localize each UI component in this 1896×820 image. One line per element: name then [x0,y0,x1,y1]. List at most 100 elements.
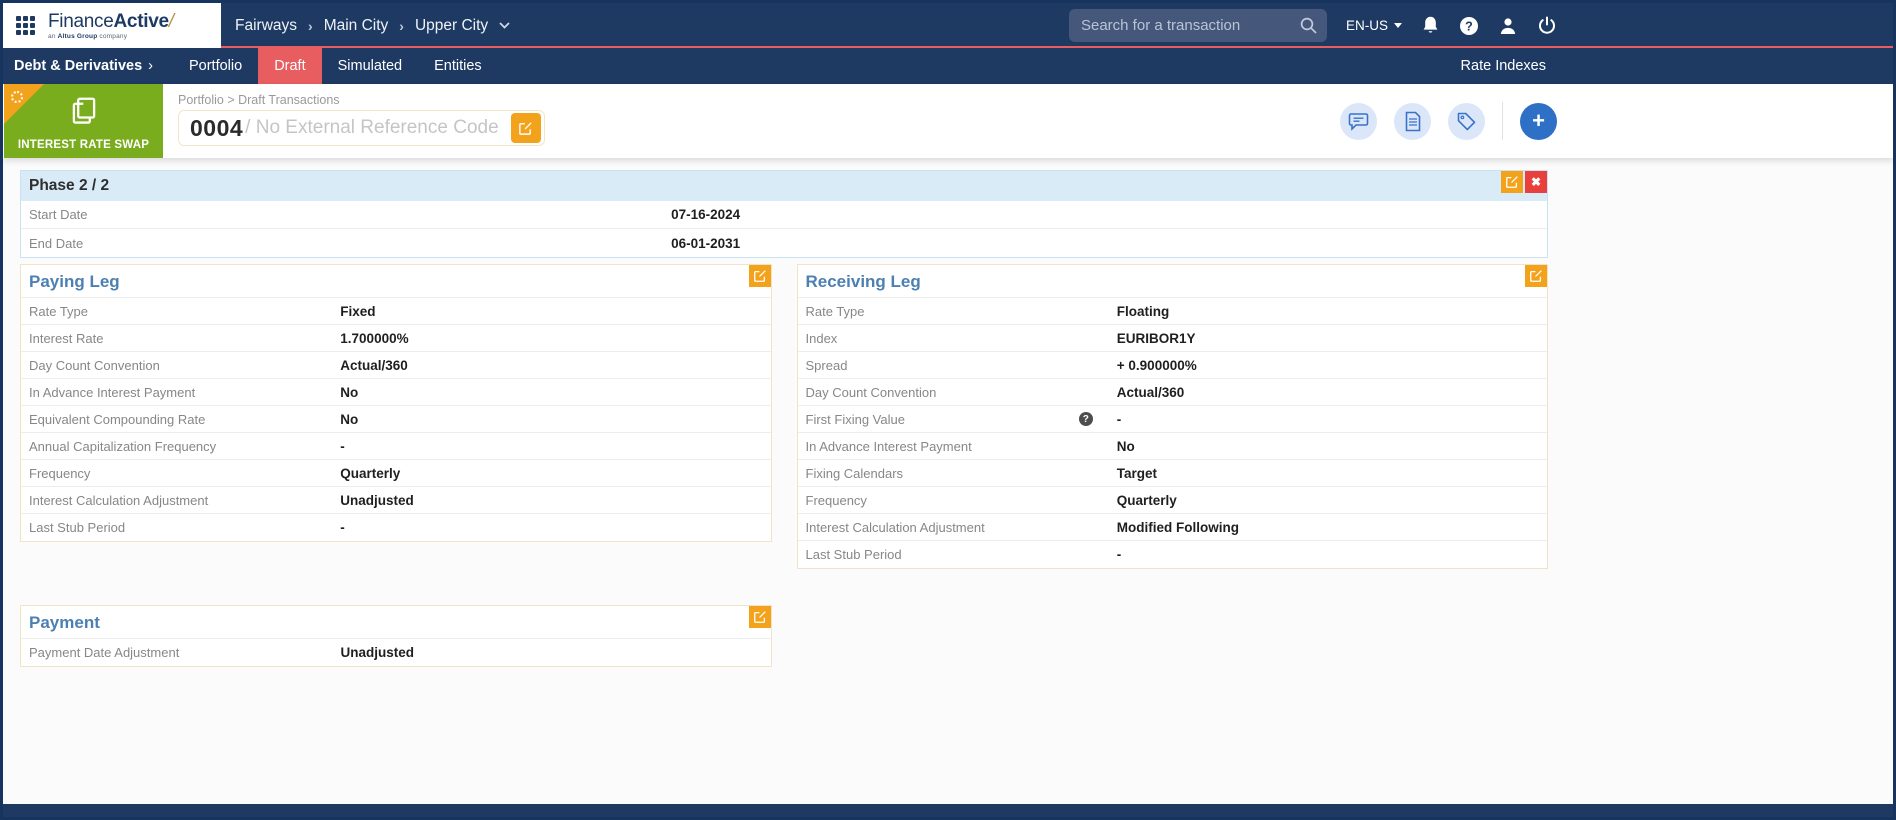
row-label: Fixing Calendars [798,466,1117,481]
logo-box: FinanceActive/ an Altus Group company [3,3,221,48]
edit-pencil-icon [753,269,767,283]
app-launcher-icon[interactable] [16,16,35,35]
row-value: + 0.900000% [1117,358,1197,373]
payment-section: Payment Payment Date AdjustmentUnadjuste… [20,605,772,667]
svg-text:?: ? [1465,19,1473,33]
row-label: Interest Rate [21,331,340,346]
nav-item-rate-indexes[interactable]: Rate Indexes [1461,48,1546,84]
section-title: Receiving Leg [806,272,921,292]
row-value: 1.700000% [340,331,408,346]
row-label: Day Count Convention [798,385,1117,400]
help-icon[interactable]: ? [1459,16,1479,36]
chevron-right-icon: › [399,18,404,34]
table-row: Last Stub Period- [21,514,771,541]
tag-icon [1456,111,1477,132]
locale-selector[interactable]: EN-US [1346,18,1402,33]
table-row: Fixing CalendarsTarget [798,460,1548,487]
close-icon: ✖ [1531,175,1541,189]
transaction-id: 0004 [190,115,243,142]
chevron-right-icon: › [148,58,153,74]
search-box[interactable] [1069,9,1327,42]
nav-item-simulated[interactable]: Simulated [322,48,418,84]
row-label: Frequency [798,493,1117,508]
edit-pencil-icon [753,610,767,624]
chevron-down-icon[interactable] [499,22,510,29]
table-row: Day Count ConventionActual/360 [798,379,1548,406]
search-input[interactable] [1081,17,1299,34]
table-row: In Advance Interest PaymentNo [798,433,1548,460]
row-label: Annual Capitalization Frequency [21,439,340,454]
payment-header: Payment [21,606,771,639]
comment-icon [1348,111,1369,131]
title-block: Portfolio > Draft Transactions 0004 / No… [178,93,545,146]
edit-pencil-icon [1529,269,1543,283]
tags-button[interactable] [1448,103,1485,140]
module-nav: Debt & Derivatives› Portfolio Draft Simu… [3,48,1893,84]
row-label: Start Date [21,207,671,222]
paying-leg-table: Rate TypeFixedInterest Rate1.700000%Day … [21,298,771,541]
breadcrumb-item-upper-city[interactable]: Upper City [415,17,488,35]
user-icon[interactable] [1498,16,1518,36]
row-value: Fixed [340,304,375,319]
payment-table: Payment Date AdjustmentUnadjusted [21,639,771,666]
table-row: FrequencyQuarterly [21,460,771,487]
table-row: Interest Calculation AdjustmentModified … [798,514,1548,541]
document-icon [1404,111,1422,132]
row-value: No [340,385,358,400]
row-value: 06-01-2031 [671,236,740,251]
edit-phase-button[interactable] [1501,171,1523,193]
breadcrumb-item-fairways[interactable]: Fairways [235,17,297,35]
legs-container: Paying Leg Rate TypeFixedInterest Rate1.… [20,264,1548,569]
power-icon[interactable] [1537,16,1557,36]
table-row: Annual Capitalization Frequency- [21,433,771,460]
row-label: In Advance Interest Payment [21,385,340,400]
search-icon[interactable] [1299,16,1318,35]
row-label: Interest Calculation Adjustment [798,520,1117,535]
edit-paying-leg-button[interactable] [749,265,771,287]
row-value: Actual/360 [340,358,408,373]
phase-title: Phase 2 / 2 [29,177,109,195]
bell-icon[interactable] [1421,15,1440,36]
table-row: Equivalent Compounding RateNo [21,406,771,433]
row-label: End Date [21,236,671,251]
help-icon[interactable]: ? [1079,412,1093,426]
nav-item-draft[interactable]: Draft [258,48,321,84]
table-row: Interest Calculation AdjustmentUnadjuste… [21,487,771,514]
external-reference: / No External Reference Code [245,117,498,139]
table-row: Start Date07-16-2024 [21,201,1547,229]
nav-item-debt-derivatives[interactable]: Debt & Derivatives› [14,48,173,84]
table-row: Rate TypeFloating [798,298,1548,325]
receiving-leg-table: Rate TypeFloatingIndexEURIBOR1Y Spread+ 0… [798,298,1548,568]
page-breadcrumb: Portfolio > Draft Transactions [178,93,545,107]
edit-receiving-leg-button[interactable] [1525,265,1547,287]
divider [1502,102,1503,140]
transaction-id-field: 0004 / No External Reference Code [178,110,545,146]
table-row: Interest Rate1.700000% [21,325,771,352]
breadcrumb-item-main-city[interactable]: Main City [324,17,389,35]
row-label: Day Count Convention [21,358,340,373]
documents-button[interactable] [1394,103,1431,140]
logo: FinanceActive/ an Altus Group company [48,12,174,40]
row-label: Frequency [21,466,340,481]
table-row: Last Stub Period- [798,541,1548,568]
table-row: Rate TypeFixed [21,298,771,325]
receiving-leg-header: Receiving Leg [798,265,1548,298]
row-value: Floating [1117,304,1170,319]
table-row: IndexEURIBOR1Y [798,325,1548,352]
row-label: Last Stub Period [798,547,1117,562]
row-value: Unadjusted [340,645,414,660]
delete-phase-button[interactable]: ✖ [1525,171,1547,193]
row-label: Interest Calculation Adjustment [21,493,340,508]
nav-item-portfolio[interactable]: Portfolio [173,48,258,84]
edit-reference-button[interactable] [511,113,541,143]
nav-item-entities[interactable]: Entities [418,48,498,84]
row-label: Index [798,331,1117,346]
transaction-title-bar: INTEREST RATE SWAP Portfolio > Draft Tra… [3,84,1893,158]
row-value: Unadjusted [340,493,414,508]
comments-button[interactable] [1340,103,1377,140]
edit-payment-button[interactable] [749,606,771,628]
add-transaction-button[interactable]: + [1520,103,1557,140]
caret-down-icon [1394,23,1402,28]
row-label: Spread [798,358,1117,373]
row-value: Quarterly [340,466,400,481]
